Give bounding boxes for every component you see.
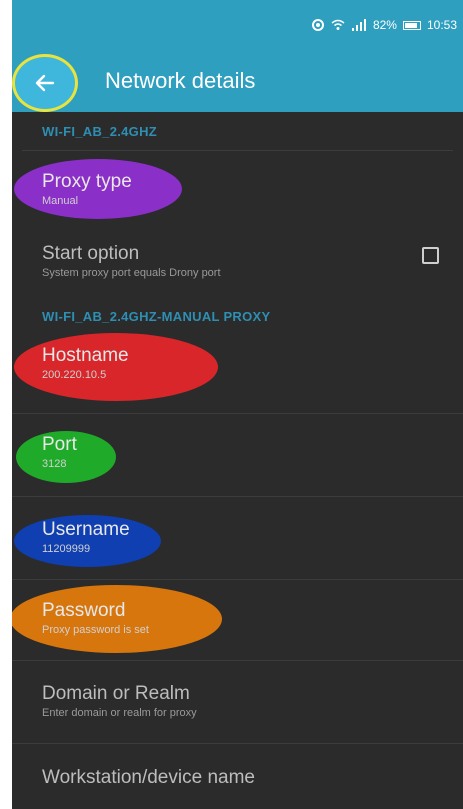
app-bar: Network details [12,50,463,112]
proxy-type-value: Manual [42,195,79,207]
battery-icon [402,20,421,30]
hostname-label: Hostname [42,345,129,366]
username-item[interactable]: Username 11209999 [12,497,463,579]
password-label: Password [42,600,126,621]
phone-screen: 82% 10:53 Network details WI-FI_AB_2.4GH… [12,0,463,809]
proxy-type-label: Proxy type [42,171,132,192]
workstation-item[interactable]: Workstation/device name [12,744,463,804]
hostname-item[interactable]: Hostname 200.220.10.5 [12,333,463,413]
start-option-value: System proxy port equals Drony port [42,267,221,279]
section-header-wifi: WI-FI_AB_2.4GHZ [42,123,158,139]
arrow-left-icon [35,74,55,92]
password-item[interactable]: Password Proxy password is set [12,580,463,660]
section-header-proxy: WI-FI_AB_2.4GHZ-MANUAL PROXY [42,308,271,324]
domain-value: Enter domain or realm for proxy [42,707,197,719]
status-bar: 82% 10:53 [12,0,463,50]
port-item[interactable]: Port 3128 [12,414,463,496]
start-option-item[interactable]: Start option System proxy port equals Dr… [12,230,463,306]
domain-label: Domain or Realm [42,683,190,704]
domain-item[interactable]: Domain or Realm Enter domain or realm fo… [12,661,463,743]
battery-percent: 82% [372,18,397,32]
start-option-label: Start option [42,243,140,264]
proxy-type-item[interactable]: Proxy type Manual [12,151,463,230]
password-value: Proxy password is set [42,624,149,636]
username-value: 11209999 [42,543,91,555]
clock: 10:53 [426,18,457,32]
port-label: Port [42,434,77,455]
wifi-icon [331,19,345,31]
back-button[interactable] [12,54,78,112]
page-title: Network details [105,68,256,93]
workstation-label: Workstation/device name [42,767,255,788]
hostname-value: 200.220.10.5 [42,369,107,381]
username-label: Username [42,519,130,540]
signal-icon [351,19,367,31]
port-value: 3128 [42,458,67,470]
sync-icon [311,18,325,32]
